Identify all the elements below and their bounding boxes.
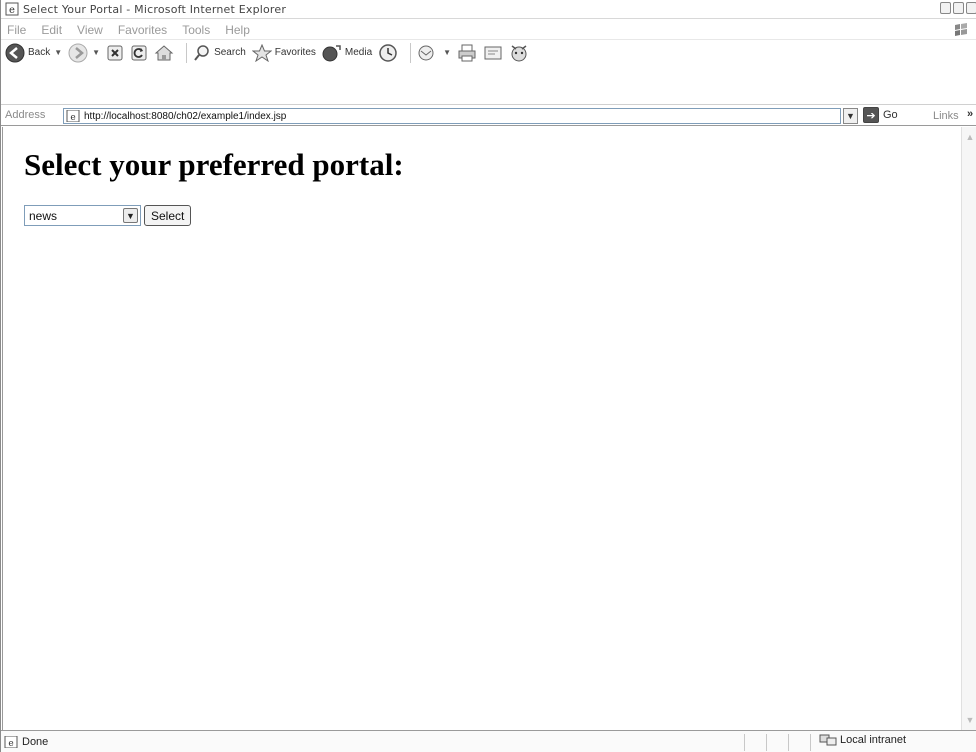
svg-text:e: e [8, 739, 13, 748]
refresh-button[interactable] [130, 44, 148, 62]
edit-icon [484, 46, 502, 59]
toolbar-separator [410, 42, 412, 63]
favorites-label: Favorites [274, 47, 316, 58]
links-toolbar[interactable]: Links [933, 110, 959, 122]
page-heading: Select your preferred portal: [24, 147, 404, 182]
media-icon [322, 44, 341, 61]
browser-window: e Select Your Portal - Microsoft Interne… [0, 0, 976, 752]
status-text: Done [22, 735, 49, 748]
stop-button[interactable] [106, 44, 124, 62]
history-icon [379, 43, 397, 62]
edit-button[interactable] [483, 44, 503, 62]
page-content: Select your preferred portal: news ▼ Sel… [2, 127, 961, 730]
security-zone: Local intranet [819, 734, 906, 746]
chevron-down-icon: ▼ [846, 111, 855, 121]
go-label: Go [883, 109, 898, 121]
vertical-scrollbar[interactable]: ▲ ▼ [961, 127, 976, 730]
menu-tools[interactable]: Tools [180, 23, 210, 37]
ie-page-icon: e [4, 735, 18, 748]
menu-bar: File Edit View Favorites Tools Help [1, 20, 976, 40]
forward-button[interactable]: ▼ [68, 43, 100, 63]
menu-file[interactable]: File [5, 23, 26, 37]
forward-dropdown-icon[interactable]: ▼ [92, 48, 100, 57]
address-bar: Address e http://localhost:8080/ch02/exa… [1, 104, 976, 126]
address-dropdown-button[interactable]: ▼ [843, 108, 858, 124]
search-icon [194, 44, 209, 61]
refresh-icon [131, 45, 147, 60]
mail-button[interactable]: ▼ [417, 44, 451, 62]
stop-icon [107, 45, 123, 60]
go-arrow-icon: ➔ [863, 107, 879, 123]
menu-favorites[interactable]: Favorites [116, 23, 167, 37]
favorites-button[interactable]: Favorites [251, 43, 316, 62]
chevron-down-icon[interactable]: ▼ [123, 208, 138, 223]
scroll-down-icon[interactable]: ▼ [963, 712, 976, 728]
minimize-button[interactable] [940, 2, 951, 14]
back-button[interactable]: Back ▼ [5, 43, 62, 63]
home-icon [154, 44, 174, 60]
status-panel [744, 734, 766, 751]
window-title: Select Your Portal - Microsoft Internet … [23, 2, 287, 16]
menu-edit[interactable]: Edit [39, 23, 62, 37]
title-bar: e Select Your Portal - Microsoft Interne… [1, 0, 976, 19]
close-button[interactable] [966, 2, 976, 14]
toolbar-separator [186, 42, 188, 63]
address-label: Address [5, 109, 46, 121]
search-label: Search [214, 47, 246, 58]
window-controls [940, 2, 976, 14]
select-button[interactable]: Select [144, 205, 192, 226]
menu-help[interactable]: Help [223, 23, 250, 37]
print-icon [458, 44, 476, 61]
home-button[interactable] [154, 44, 174, 62]
portal-select-value: news [29, 208, 58, 223]
favorites-star-icon [251, 43, 272, 62]
back-arrow-icon [5, 43, 25, 62]
back-dropdown-icon[interactable]: ▼ [54, 48, 62, 57]
status-panel [766, 734, 788, 751]
svg-text:e: e [70, 113, 75, 122]
status-panel [788, 734, 810, 751]
address-url: http://localhost:8080/ch02/example1/inde… [84, 110, 287, 122]
scroll-up-icon[interactable]: ▲ [963, 129, 976, 145]
ie-page-icon: e [66, 110, 80, 122]
history-button[interactable] [378, 43, 398, 63]
go-button[interactable]: ➔ Go [863, 107, 898, 123]
media-label: Media [344, 47, 373, 58]
maximize-button[interactable] [953, 2, 964, 14]
mail-icon [418, 45, 434, 60]
search-button[interactable]: Search [193, 44, 246, 62]
address-input[interactable]: e http://localhost:8080/ch02/example1/in… [63, 108, 841, 124]
menu-view[interactable]: View [75, 23, 103, 37]
links-more-icon[interactable]: » [967, 108, 973, 120]
media-button[interactable]: Media [322, 44, 372, 62]
windows-logo-icon [955, 23, 967, 36]
status-bar: e Done Local intranet [1, 730, 976, 752]
print-button[interactable] [457, 44, 477, 62]
ie-page-icon: e [5, 2, 19, 16]
portal-select[interactable]: news ▼ [24, 205, 141, 226]
messenger-button[interactable] [509, 44, 529, 62]
portal-form: news ▼ Select [24, 205, 192, 226]
svg-text:e: e [9, 5, 15, 16]
messenger-icon [511, 44, 527, 61]
local-intranet-icon [819, 734, 837, 746]
security-zone-text: Local intranet [840, 734, 907, 746]
forward-arrow-icon [68, 43, 88, 62]
standard-toolbar: Back ▼ ▼ Search Favorites Media ▼ [1, 41, 976, 64]
back-label: Back [28, 47, 51, 58]
mail-dropdown-icon[interactable]: ▼ [443, 48, 451, 57]
